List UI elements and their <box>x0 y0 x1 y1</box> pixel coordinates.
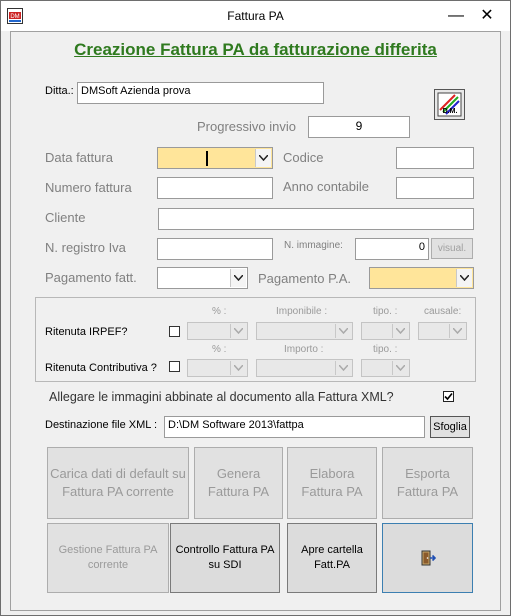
chevron-down-icon[interactable] <box>230 361 246 375</box>
logo-text: D.M. <box>443 108 458 115</box>
codice-label: Codice <box>283 150 324 165</box>
page-title: Creazione Fattura PA da fatturazione dif… <box>74 40 437 59</box>
pagamento-fatt-combo[interactable] <box>157 267 248 289</box>
title-bar: DM Fattura PA — ✕ <box>1 1 510 31</box>
pagamento-pa-label: Pagamento P.A. <box>258 271 351 286</box>
sfoglia-button[interactable]: Sfoglia <box>430 416 470 438</box>
window-title: Fattura PA <box>227 9 284 23</box>
progressivo-label: Progressivo invio <box>197 119 296 134</box>
elabora-button[interactable]: Elabora Fattura PA <box>287 447 377 519</box>
ritenute-group: % : Imponibile : tipo. : causale: Ritenu… <box>35 297 476 382</box>
irpef-perc-combo[interactable] <box>187 322 248 340</box>
esporta-button[interactable]: Esporta Fattura PA <box>382 447 473 519</box>
contributiva-importo-combo[interactable] <box>256 359 353 377</box>
visual-button[interactable]: visual. <box>431 238 473 259</box>
tipo-label-2: tipo. : <box>373 344 398 355</box>
minimize-button[interactable]: — <box>441 5 471 27</box>
ritenuta-contributiva-label: Ritenuta Contributiva ? <box>45 362 157 374</box>
progressivo-field[interactable]: 9 <box>308 116 410 138</box>
n-immagine-label: N. immagine: <box>284 240 343 251</box>
irpef-tipo-combo[interactable] <box>361 322 410 340</box>
genera-button[interactable]: Genera Fattura PA <box>194 447 283 519</box>
n-registro-iva-label: N. registro Iva <box>45 240 126 255</box>
chevron-down-icon[interactable] <box>392 361 408 375</box>
n-immagine-field[interactable]: 0 <box>355 238 429 260</box>
chevron-down-icon[interactable] <box>392 324 408 338</box>
destinazione-label: Destinazione file XML : <box>45 419 158 431</box>
contributiva-tipo-combo[interactable] <box>361 359 410 377</box>
allegare-checkbox[interactable] <box>443 391 454 402</box>
check-icon <box>444 392 453 401</box>
destinazione-field[interactable]: D:\DM Software 2013\fattpa <box>164 416 425 438</box>
anno-contabile-label: Anno contabile <box>283 179 370 194</box>
ritenuta-irpef-checkbox[interactable] <box>169 326 180 337</box>
codice-field[interactable] <box>396 147 474 169</box>
data-fattura-combo[interactable] <box>157 147 273 169</box>
dm-logo-icon[interactable]: D.M. <box>434 89 465 120</box>
close-button[interactable]: ✕ <box>472 5 502 27</box>
allegare-label: Allegare le immagini abbinate al documen… <box>49 390 394 404</box>
irpef-causale-combo[interactable] <box>418 322 467 340</box>
causale-label: causale: <box>424 306 462 317</box>
contributiva-perc-combo[interactable] <box>187 359 248 377</box>
window: DM Fattura PA — ✕ Creazione Fattura PA d… <box>0 0 511 616</box>
ditta-label: Ditta.: <box>45 85 74 97</box>
form-panel: Creazione Fattura PA da fatturazione dif… <box>10 31 501 611</box>
pagamento-pa-combo[interactable] <box>369 267 474 289</box>
apre-cartella-button[interactable]: Apre cartella Fatt.PA <box>287 523 377 593</box>
carica-dati-button[interactable]: Carica dati di default su Fattura PA cor… <box>47 447 189 519</box>
pagamento-fatt-label: Pagamento fatt. <box>45 270 137 285</box>
perc-label-1: % : <box>212 306 227 317</box>
anno-contabile-field[interactable] <box>396 177 474 199</box>
chevron-down-icon[interactable] <box>230 269 246 287</box>
cliente-label: Cliente <box>45 210 86 225</box>
gestione-button[interactable]: Gestione Fattura PA corrente <box>47 523 169 593</box>
chevron-down-icon[interactable] <box>335 361 351 375</box>
data-fattura-label: Data fattura <box>45 150 113 165</box>
chevron-down-icon[interactable] <box>255 149 271 167</box>
n-registro-iva-field[interactable] <box>157 238 273 260</box>
perc-label-2: % : <box>212 344 227 355</box>
ditta-field[interactable]: DMSoft Azienda prova <box>77 82 324 104</box>
controllo-sdi-button[interactable]: Controllo Fattura PA su SDI <box>170 523 280 593</box>
ritenuta-irpef-label: Ritenuta IRPEF? <box>45 326 128 338</box>
chevron-down-icon[interactable] <box>335 324 351 338</box>
chevron-down-icon[interactable] <box>230 324 246 338</box>
cliente-field[interactable] <box>158 208 474 230</box>
chevron-down-icon[interactable] <box>449 324 465 338</box>
chevron-down-icon[interactable] <box>456 269 472 287</box>
imponibile-label: Imponibile : <box>276 306 328 317</box>
irpef-imponibile-combo[interactable] <box>256 322 353 340</box>
exit-button[interactable] <box>382 523 473 593</box>
importo-label: Importo : <box>284 344 324 355</box>
tipo-label-1: tipo. : <box>373 306 398 317</box>
numero-fattura-field[interactable] <box>157 177 273 199</box>
numero-fattura-label: Numero fattura <box>45 180 132 195</box>
exit-door-icon <box>421 550 436 566</box>
ritenuta-contributiva-checkbox[interactable] <box>169 361 180 372</box>
text-cursor <box>206 151 208 166</box>
